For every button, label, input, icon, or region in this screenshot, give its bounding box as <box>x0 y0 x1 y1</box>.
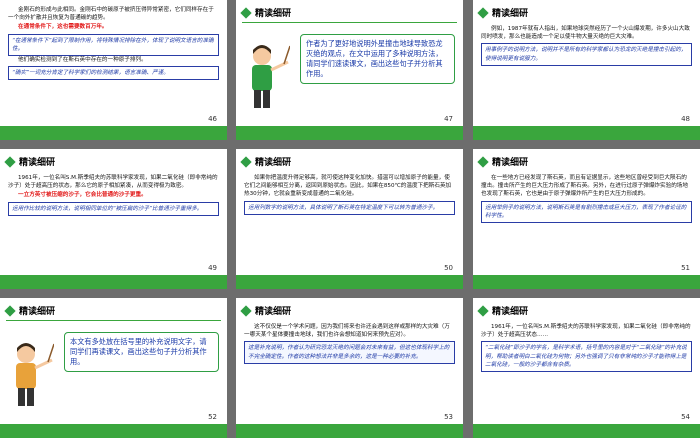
slide-54-header-text: 精读细研 <box>492 307 529 317</box>
slide-48-para-1: 例如，1987年就有人指出，如果地球突然经历了一个火山爆发期，许多火山大致同时喷… <box>481 26 690 41</box>
diamond-icon <box>477 155 489 168</box>
slide-53-note: 这是补充说明，作者认为研究恐龙灭绝的问题会对未来有益，但这也体现科学上的不完全确… <box>244 341 455 364</box>
slide-52-header-line <box>6 320 221 321</box>
slide-46-footer-bar <box>0 126 227 140</box>
slide-46-number: 46 <box>208 115 217 123</box>
slide-54-note: “二氧化硅”即沙子的学名，是科学术语，括号里的内容是对于“二氧化硅”的补充说明，… <box>481 341 692 373</box>
slide-53-para-1: 这不仅仅是一个学术问题，因为我们将来也许还会遇到这样或那样的大灾难（万一哪天某个… <box>244 324 450 339</box>
slide-49-header: 精读细研 <box>4 155 56 168</box>
slide-46-para-2: 他们确实检测到了在斯石英中存在的一种原子排列。 <box>18 57 147 64</box>
slide-46-note-2: “确实”一词充分肯定了科学家们的检测结果，语言准确、严谨。 <box>8 66 219 81</box>
slide-50-body: 如果你把温度升得足够高，就可使这种变化加快。措温可以增加原子的能量，使它们之间能… <box>244 174 455 215</box>
diamond-icon <box>240 6 252 19</box>
slide-48[interactable]: 精读细研 例如，1987年就有人指出，如果地球突然经历了一个火山爆发期，许多火山… <box>473 0 700 140</box>
slide-50-header: 精读细研 <box>240 155 292 168</box>
slide-51[interactable]: 精读细研 在一些地方已经发现了斯石英，而且有证据显示，这些地区曾经受到巨大陨石的… <box>473 149 700 289</box>
slide-46[interactable]: 金刚石的形成与此相同。金刚石中的碳原子被挤压得异常紧密，它们同样存在于一个向外扩… <box>0 0 227 140</box>
slide-47-number: 47 <box>444 115 453 123</box>
slide-47-header: 精读细研 <box>240 6 292 19</box>
slide-46-highlight-1: 在通常条件下，这也需要数百万年。 <box>18 24 108 31</box>
slide-48-body: 例如，1987年就有人指出，如果地球突然经历了一个火山爆发期，许多火山大致同时喷… <box>481 25 692 66</box>
slide-54[interactable]: 精读细研 1961年，一位名叫S.M.斯季绍夫的苏联科学家发现，如果二氧化硅（即… <box>473 298 700 438</box>
teacher-illustration-icon <box>252 45 290 108</box>
slide-52-number: 52 <box>208 413 217 421</box>
slide-53-body: 这不仅仅是一个学术问题，因为我们将来也许还会遇到这样或那样的大灾难（万一哪天某个… <box>244 323 455 364</box>
slide-47-footer-bar <box>236 126 463 140</box>
slide-53-footer-bar <box>236 424 463 438</box>
slide-49-para-1: 1961年，一位名叫S.M.斯季绍夫的苏联科学家发现，如果二氧化硅（即非常纯的沙… <box>8 175 218 190</box>
slide-50-footer-bar <box>236 275 463 289</box>
slide-54-number: 54 <box>681 413 690 421</box>
slide-49[interactable]: 精读细研 1961年，一位名叫S.M.斯季绍夫的苏联科学家发现，如果二氧化硅（即… <box>0 149 227 289</box>
slide-47-header-text: 精读细研 <box>255 9 292 19</box>
slide-54-para-1: 1961年，一位名叫S.M.斯季绍夫的苏联科学家发现，如果二氧化硅（即非常纯的沙… <box>481 324 691 339</box>
teacher-illustration-icon <box>16 343 54 406</box>
diamond-icon <box>4 304 16 317</box>
slide-49-header-text: 精读细研 <box>19 158 56 168</box>
slide-53[interactable]: 精读细研 这不仅仅是一个学术问题，因为我们将来也许还会遇到这样或那样的大灾难（万… <box>236 298 463 438</box>
slide-51-footer-bar <box>473 275 700 289</box>
slide-52-header-text: 精读细研 <box>19 307 56 317</box>
slide-46-body: 金刚石的形成与此相同。金刚石中的碳原子被挤压得异常紧密，它们同样存在于一个向外扩… <box>8 6 219 81</box>
slide-54-header: 精读细研 <box>477 304 529 317</box>
slide-47[interactable]: 精读细研 作者为了更好地说明外星撞击地球导致恐龙灭绝的观点，在文中运用了多种说明… <box>236 0 463 140</box>
slide-51-para-1: 在一些地方已经发现了斯石英，而且有证据显示，这些地区曾经受到巨大陨石的撞击。撞击… <box>481 175 688 198</box>
slide-49-number: 49 <box>208 264 217 272</box>
slide-54-footer-bar <box>473 424 700 438</box>
slide-49-body: 1961年，一位名叫S.M.斯季绍夫的苏联科学家发现，如果二氧化硅（即非常纯的沙… <box>8 174 219 216</box>
slide-53-header: 精读细研 <box>240 304 292 317</box>
slide-grid: 金刚石的形成与此相同。金刚石中的碳原子被挤压得异常紧密，它们同样存在于一个向外扩… <box>0 0 700 438</box>
diamond-icon <box>240 155 252 168</box>
diamond-icon <box>4 155 16 168</box>
diamond-icon <box>240 304 252 317</box>
slide-50-number: 50 <box>444 264 453 272</box>
slide-53-number: 53 <box>444 413 453 421</box>
slide-52[interactable]: 精读细研 本文有多处放在括号里的补充说明文字，请同学们再读课文，画出这些句子并分… <box>0 298 227 438</box>
slide-48-header: 精读细研 <box>477 6 529 19</box>
slide-54-body: 1961年，一位名叫S.M.斯季绍夫的苏联科学家发现，如果二氧化硅（即非常纯的沙… <box>481 323 692 373</box>
slide-52-header: 精读细研 <box>4 304 56 317</box>
diamond-icon <box>477 6 489 19</box>
slide-51-header: 精读细研 <box>477 155 529 168</box>
slide-49-highlight: 一立方英寸被压缩的沙子，它会比普通的沙子更重。 <box>18 192 147 199</box>
slide-53-header-text: 精读细研 <box>255 307 292 317</box>
slide-50-para-1: 如果你把温度升得足够高，就可使这种变化加快。措温可以增加原子的能量，使它们之间能… <box>244 175 452 198</box>
slide-50-header-text: 精读细研 <box>255 158 292 168</box>
slide-49-note: 运用作比较的说明方法，说明相同单位的“被压扁的沙子”比普通沙子重得多。 <box>8 201 219 216</box>
slide-49-footer-bar <box>0 275 227 289</box>
slide-51-body: 在一些地方已经发现了斯石英，而且有证据显示，这些地区曾经受到巨大陨石的撞击。撞击… <box>481 174 692 224</box>
slide-51-note: 运用举例子的说明方法，说明斯石英是有剧烈撞击或巨大压力，表现了作者论证的科学性。 <box>481 200 692 224</box>
slide-50[interactable]: 精读细研 如果你把温度升得足够高，就可使这种变化加快。措温可以增加原子的能量，使… <box>236 149 463 289</box>
slide-48-number: 48 <box>681 115 690 123</box>
diamond-icon <box>477 304 489 317</box>
slide-52-bubble: 本文有多处放在括号里的补充说明文字，请同学们再读课文，画出这些句子并分析其作用。 <box>64 332 219 372</box>
slide-46-para-1: 金刚石的形成与此相同。金刚石中的碳原子被挤压得异常紧密，它们同样存在于一个向外扩… <box>8 7 214 22</box>
slide-47-bubble: 作者为了更好地说明外星撞击地球导致恐龙灭绝的观点，在文中运用了多种说明方法，请同… <box>300 34 455 84</box>
slide-48-footer-bar <box>473 126 700 140</box>
slide-50-note: 运用列数字的说明方法，具体说明了斯石英在特定温度下可以转为普通沙子。 <box>244 200 455 215</box>
slide-51-header-text: 精读细研 <box>492 158 529 168</box>
slide-52-footer-bar <box>0 424 227 438</box>
slide-47-header-line <box>242 22 457 23</box>
slide-48-header-text: 精读细研 <box>492 9 529 19</box>
slide-51-number: 51 <box>681 264 690 272</box>
slide-48-note: 用事例子的说明方法，说明并不是所有的科学家都认为恐龙的灭绝是撞击引起的，使得说明… <box>481 43 692 66</box>
slide-46-note-1: “在通常条件下”起到了限制作用，将特殊情况排除在外，体现了说明文语言的准确性。 <box>8 33 219 57</box>
